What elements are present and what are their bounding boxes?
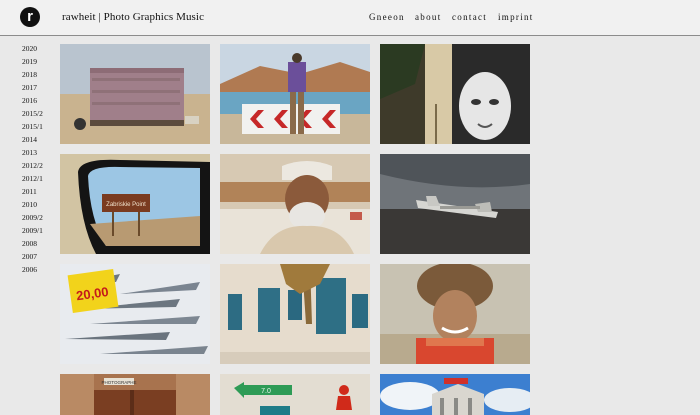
photo-blue-windows[interactable] [220, 264, 370, 364]
year-link[interactable]: 2009/2 [22, 211, 52, 224]
photo-elderly-man[interactable] [220, 154, 370, 254]
photo-container-beach[interactable] [60, 44, 210, 144]
photo-traveler-barrier[interactable] [220, 44, 370, 144]
sign-text: PHOTOGRAPHE [102, 380, 137, 385]
photo-mirror-sign[interactable]: Zabriskie Point [60, 154, 210, 254]
year-link[interactable]: 2012/2 [22, 159, 52, 172]
year-link[interactable]: 2009/1 [22, 224, 52, 237]
sign-text: Zabriskie Point [106, 202, 146, 208]
photo-plane-wreck[interactable] [380, 154, 530, 254]
site-title[interactable]: rawheit | Photo Graphics Music [62, 11, 204, 23]
top-bar: r rawheit | Photo Graphics Music Gneeon … [0, 0, 700, 36]
year-link[interactable]: 2010 [22, 198, 52, 211]
nav-about[interactable]: about [415, 12, 442, 22]
year-link[interactable]: 2016 [22, 94, 52, 107]
year-link[interactable]: 2020 [22, 42, 52, 55]
year-link[interactable]: 2015/2 [22, 107, 52, 120]
sign-text: 7.0 [261, 388, 271, 395]
year-link[interactable]: 2008 [22, 237, 52, 250]
year-link[interactable]: 2018 [22, 68, 52, 81]
photo-tower-building[interactable] [380, 374, 530, 415]
year-link[interactable]: 2017 [22, 81, 52, 94]
year-link[interactable]: 2014 [22, 133, 52, 146]
photo-signs-wall[interactable]: 7.0 [220, 374, 370, 415]
photo-woman-fur-hat[interactable] [380, 264, 530, 364]
nav-contact[interactable]: contact [452, 12, 487, 22]
photo-photographe-door[interactable]: PHOTOGRAPHE [60, 374, 210, 415]
nav-gneeon[interactable]: Gneeon [369, 12, 405, 22]
year-link[interactable]: 2011 [22, 185, 52, 198]
year-link[interactable]: 2012/1 [22, 172, 52, 185]
year-link[interactable]: 2015/1 [22, 120, 52, 133]
year-sidebar: 2020 2019 2018 2017 2016 2015/2 2015/1 2… [22, 42, 52, 276]
year-link[interactable]: 2019 [22, 55, 52, 68]
year-link[interactable]: 2006 [22, 263, 52, 276]
photo-fish-market[interactable]: 20,00 [60, 264, 210, 364]
nav-imprint[interactable]: imprint [498, 12, 534, 22]
photo-mask-street-art[interactable] [380, 44, 530, 144]
year-link[interactable]: 2013 [22, 146, 52, 159]
year-link[interactable]: 2007 [22, 250, 52, 263]
logo-icon[interactable]: r [20, 7, 40, 27]
